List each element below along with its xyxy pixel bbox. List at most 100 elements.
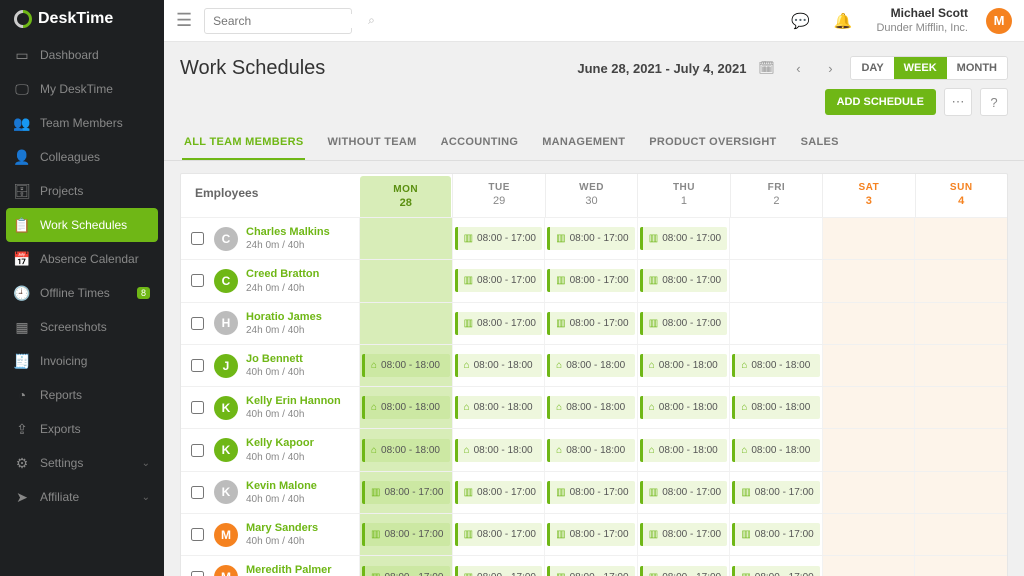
shift-block[interactable]: ▥08:00 - 17:00	[455, 269, 543, 292]
shift-block[interactable]: ⌂08:00 - 18:00	[455, 396, 543, 419]
user-avatar[interactable]: M	[986, 8, 1012, 34]
schedule-cell[interactable]	[729, 218, 822, 259]
shift-block[interactable]: ⌂08:00 - 18:00	[362, 354, 450, 377]
shift-block[interactable]: ⌂08:00 - 18:00	[455, 354, 543, 377]
shift-block[interactable]: ▥08:00 - 17:00	[455, 523, 543, 546]
employee-name[interactable]: Kelly Erin Hannon	[246, 394, 341, 408]
view-day[interactable]: DAY	[851, 57, 893, 79]
shift-block[interactable]: ⌂08:00 - 18:00	[362, 439, 450, 462]
shift-block[interactable]: ▥08:00 - 17:00	[640, 523, 728, 546]
sidebar-item-colleagues[interactable]: 👤Colleagues	[0, 140, 164, 174]
sidebar-item-screenshots[interactable]: ▦Screenshots	[0, 310, 164, 344]
shift-block[interactable]: ⌂08:00 - 18:00	[547, 354, 635, 377]
schedule-cell[interactable]: ⌂08:00 - 18:00	[729, 345, 822, 386]
sidebar-item-reports[interactable]: ◔Reports	[0, 378, 164, 412]
shift-block[interactable]: ⌂08:00 - 18:00	[547, 439, 635, 462]
schedule-cell[interactable]: ▥08:00 - 17:00	[729, 514, 822, 555]
sidebar-item-invoicing[interactable]: 🧾Invoicing	[0, 344, 164, 378]
schedule-cell[interactable]: ⌂08:00 - 18:00	[359, 345, 452, 386]
help-icon[interactable]: ?	[980, 88, 1008, 116]
schedule-cell[interactable]	[822, 218, 915, 259]
row-checkbox[interactable]	[191, 486, 204, 499]
shift-block[interactable]: ▥08:00 - 17:00	[455, 312, 543, 335]
shift-block[interactable]: ▥08:00 - 17:00	[547, 566, 635, 576]
employee-name[interactable]: Meredith Palmer	[246, 563, 332, 576]
schedule-cell[interactable]: ▥08:00 - 17:00	[729, 472, 822, 513]
schedule-cell[interactable]	[914, 303, 1007, 344]
schedule-cell[interactable]: ⌂08:00 - 18:00	[452, 429, 545, 470]
schedule-cell[interactable]: ▥08:00 - 17:00	[544, 472, 637, 513]
shift-block[interactable]: ⌂08:00 - 18:00	[455, 439, 543, 462]
shift-block[interactable]: ⌂08:00 - 18:00	[547, 396, 635, 419]
tab-product-oversight[interactable]: PRODUCT OVERSIGHT	[647, 126, 778, 160]
schedule-cell[interactable]	[822, 472, 915, 513]
schedule-cell[interactable]	[822, 260, 915, 301]
shift-block[interactable]: ▥08:00 - 17:00	[640, 269, 728, 292]
schedule-cell[interactable]: ▥08:00 - 17:00	[637, 472, 730, 513]
row-checkbox[interactable]	[191, 444, 204, 457]
schedule-cell[interactable]	[914, 556, 1007, 576]
schedule-cell[interactable]: ⌂08:00 - 18:00	[359, 429, 452, 470]
schedule-cell[interactable]	[729, 260, 822, 301]
search-input[interactable]: ⌕	[204, 8, 352, 34]
schedule-cell[interactable]: ⌂08:00 - 18:00	[637, 429, 730, 470]
schedule-cell[interactable]: ▥08:00 - 17:00	[359, 472, 452, 513]
schedule-cell[interactable]	[359, 260, 452, 301]
add-schedule-button[interactable]: ADD SCHEDULE	[825, 89, 936, 115]
schedule-cell[interactable]: ⌂08:00 - 18:00	[729, 429, 822, 470]
schedule-cell[interactable]: ▥08:00 - 17:00	[637, 514, 730, 555]
schedule-cell[interactable]: ⌂08:00 - 18:00	[544, 345, 637, 386]
shift-block[interactable]: ⌂08:00 - 18:00	[640, 354, 728, 377]
sidebar-item-projects[interactable]: 🗄Projects	[0, 174, 164, 208]
schedule-cell[interactable]: ▥08:00 - 17:00	[452, 303, 545, 344]
row-checkbox[interactable]	[191, 401, 204, 414]
schedule-cell[interactable]	[914, 429, 1007, 470]
prev-arrow-icon[interactable]: ‹	[786, 56, 810, 80]
schedule-cell[interactable]: ▥08:00 - 17:00	[637, 260, 730, 301]
schedule-cell[interactable]: ⌂08:00 - 18:00	[452, 387, 545, 428]
shift-block[interactable]: ▥08:00 - 17:00	[547, 481, 635, 504]
schedule-cell[interactable]: ▥08:00 - 17:00	[637, 218, 730, 259]
shift-block[interactable]: ▥08:00 - 17:00	[547, 269, 635, 292]
app-logo[interactable]: DeskTime	[0, 0, 164, 38]
schedule-cell[interactable]	[914, 387, 1007, 428]
row-checkbox[interactable]	[191, 274, 204, 287]
schedule-cell[interactable]: ▥08:00 - 17:00	[544, 303, 637, 344]
shift-block[interactable]: ⌂08:00 - 18:00	[732, 354, 820, 377]
shift-block[interactable]: ⌂08:00 - 18:00	[732, 396, 820, 419]
employee-name[interactable]: Mary Sanders	[246, 521, 318, 535]
schedule-cell[interactable]: ▥08:00 - 17:00	[452, 218, 545, 259]
row-checkbox[interactable]	[191, 359, 204, 372]
shift-block[interactable]: ▥08:00 - 17:00	[640, 227, 728, 250]
shift-block[interactable]: ▥08:00 - 17:00	[362, 523, 450, 546]
search-field[interactable]	[213, 14, 368, 28]
schedule-cell[interactable]: ⌂08:00 - 18:00	[452, 345, 545, 386]
schedule-cell[interactable]: ▥08:00 - 17:00	[729, 556, 822, 576]
shift-block[interactable]: ▥08:00 - 17:00	[640, 312, 728, 335]
schedule-cell[interactable]	[822, 387, 915, 428]
sidebar-item-dashboard[interactable]: ▭Dashboard	[0, 38, 164, 72]
schedule-cell[interactable]: ⌂08:00 - 18:00	[637, 345, 730, 386]
shift-block[interactable]: ▥08:00 - 17:00	[732, 523, 820, 546]
row-checkbox[interactable]	[191, 528, 204, 541]
schedule-cell[interactable]	[822, 345, 915, 386]
schedule-cell[interactable]	[822, 556, 915, 576]
shift-block[interactable]: ⌂08:00 - 18:00	[732, 439, 820, 462]
schedule-cell[interactable]: ▥08:00 - 17:00	[544, 218, 637, 259]
bell-icon[interactable]: 🔔	[834, 12, 853, 30]
schedule-cell[interactable]	[359, 218, 452, 259]
view-week[interactable]: WEEK	[894, 57, 947, 79]
schedule-cell[interactable]: ▥08:00 - 17:00	[637, 556, 730, 576]
schedule-cell[interactable]: ▥08:00 - 17:00	[544, 514, 637, 555]
schedule-cell[interactable]	[914, 472, 1007, 513]
sidebar-item-absence-calendar[interactable]: 📅Absence Calendar	[0, 242, 164, 276]
row-checkbox[interactable]	[191, 232, 204, 245]
schedule-cell[interactable]	[822, 514, 915, 555]
user-block[interactable]: Michael Scott Dunder Mifflin, Inc.	[876, 6, 968, 36]
shift-block[interactable]: ▥08:00 - 17:00	[640, 566, 728, 576]
schedule-cell[interactable]: ▥08:00 - 17:00	[452, 260, 545, 301]
employee-name[interactable]: Jo Bennett	[246, 352, 304, 366]
schedule-cell[interactable]	[822, 429, 915, 470]
schedule-cell[interactable]: ▥08:00 - 17:00	[359, 556, 452, 576]
shift-block[interactable]: ▥08:00 - 17:00	[455, 227, 543, 250]
